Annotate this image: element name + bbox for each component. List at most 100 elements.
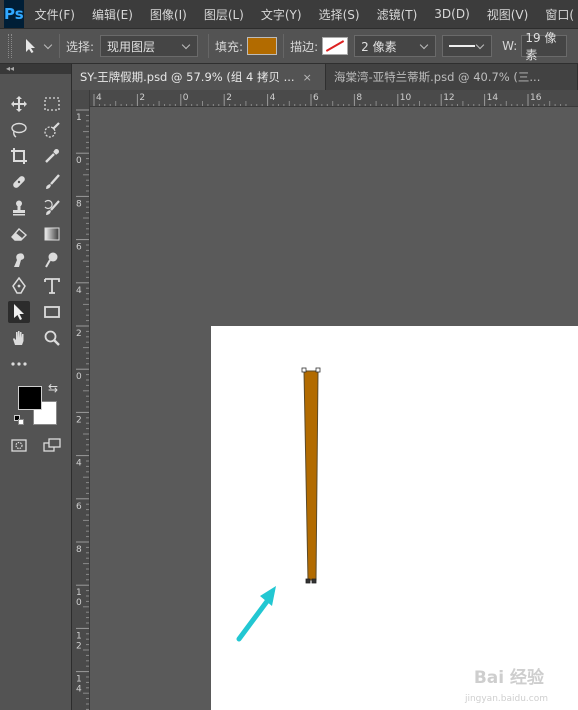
width-value: 19 像素 — [525, 31, 557, 62]
stamp-icon — [13, 200, 25, 216]
close-icon[interactable]: × — [303, 71, 312, 84]
type-icon — [44, 278, 60, 294]
hand-icon — [13, 331, 24, 345]
stroke-width-value: 2 像素 — [361, 39, 397, 54]
chevron-down-icon — [419, 41, 429, 51]
menu-layer[interactable]: 图层(L) — [193, 6, 250, 23]
document-tab-bar: SY-王牌假期.psd @ 57.9% (组 4 拷贝 ... × 海棠湾-亚特… — [72, 64, 578, 90]
menu-type[interactable]: 文字(Y) — [250, 6, 308, 23]
history-brush-tool[interactable] — [41, 197, 63, 219]
toolbox: ◂◂ ⇆ — [0, 64, 72, 710]
rectangle-tool[interactable] — [41, 301, 63, 323]
eyedropper-tool[interactable] — [41, 145, 63, 167]
ruler-label: 4 — [270, 93, 276, 103]
ellipsis-icon — [11, 362, 27, 366]
arrow-cursor-icon — [26, 39, 35, 53]
lasso-icon — [11, 122, 27, 138]
ruler-label: 14 — [487, 93, 499, 103]
ruler-label: 4 — [76, 286, 82, 296]
gradient-tool[interactable] — [41, 223, 63, 245]
width-input[interactable]: 19 像素 — [521, 31, 568, 62]
ruler-label: 1 — [76, 675, 82, 685]
toolbox-header[interactable]: ◂◂ — [0, 64, 71, 74]
menu-image[interactable]: 图像(I) — [139, 6, 193, 23]
swap-colors-icon[interactable]: ⇆ — [48, 381, 58, 395]
horizontal-ruler[interactable]: 4 2 0 2 4 6 8 10 12 14 16 — [90, 90, 578, 107]
ruler-label: 4 — [96, 93, 102, 103]
options-grip[interactable] — [8, 34, 12, 58]
stroke-width-input[interactable]: 2 像素 — [354, 35, 437, 57]
quick-selection-tool[interactable] — [41, 119, 63, 141]
brush-icon — [46, 174, 60, 189]
marquee-icon — [44, 97, 60, 111]
brush-tool[interactable] — [41, 171, 63, 193]
ruler-label: 4 — [76, 459, 82, 469]
menu-window[interactable]: 窗口( — [534, 6, 578, 23]
ruler-label: 6 — [76, 502, 82, 512]
marquee-tool[interactable] — [41, 93, 63, 115]
chevron-down-icon — [43, 41, 53, 51]
pen-tool[interactable] — [8, 275, 30, 297]
width-label: W: — [502, 39, 518, 53]
stroke-color-swatch[interactable] — [322, 37, 349, 55]
vertical-ruler[interactable]: 1086420246810121416 — [72, 90, 90, 710]
collapse-icon[interactable]: ◂◂ — [6, 64, 14, 73]
menu-select[interactable]: 选择(S) — [308, 6, 366, 23]
ruler-label: 0 — [183, 93, 189, 103]
zoom-tool[interactable] — [41, 327, 63, 349]
chevron-down-icon — [475, 41, 485, 51]
healing-brush-tool[interactable] — [8, 171, 30, 193]
type-tool[interactable] — [41, 275, 63, 297]
history-brush-icon — [44, 199, 60, 215]
more-tools-button[interactable] — [8, 353, 30, 375]
stroke-type-dropdown[interactable] — [442, 35, 493, 57]
path-selection-tool-preset[interactable] — [24, 38, 53, 54]
fill-color-swatch[interactable] — [247, 37, 278, 55]
ruler-label: 4 — [76, 685, 82, 695]
dodge-tool[interactable] — [41, 249, 63, 271]
select-layer-dropdown[interactable]: 现用图层 — [100, 35, 199, 57]
screen-mode-button[interactable] — [41, 434, 63, 456]
default-colors-icon[interactable] — [14, 415, 24, 425]
ruler-label: 0 — [76, 372, 82, 382]
tab-document-2[interactable]: 海棠湾-亚特兰蒂斯.psd @ 40.7% (三... — [326, 64, 578, 90]
lasso-tool[interactable] — [8, 119, 30, 141]
menu-view[interactable]: 视图(V) — [476, 6, 535, 23]
menu-file[interactable]: 文件(F) — [24, 6, 81, 23]
ruler-label: 2 — [139, 93, 145, 103]
divider — [59, 34, 60, 58]
divider — [283, 34, 285, 58]
hand-tool[interactable] — [8, 327, 30, 349]
document-canvas[interactable] — [211, 326, 578, 710]
clone-stamp-tool[interactable] — [8, 197, 30, 219]
ruler-label: 0 — [76, 156, 82, 166]
eraser-tool[interactable] — [8, 223, 30, 245]
menu-filter[interactable]: 滤镜(T) — [366, 6, 424, 23]
tab-document-1-label: SY-王牌假期.psd @ 57.9% (组 4 拷贝 ... — [80, 70, 295, 84]
ruler-label: 2 — [76, 329, 82, 339]
move-tool[interactable] — [8, 93, 30, 115]
watermark-url: jingyan.baidu.com — [464, 694, 548, 704]
quick-mask-button[interactable] — [8, 434, 30, 456]
bandage-icon — [13, 176, 25, 188]
magnifier-icon — [44, 330, 60, 346]
crop-tool[interactable] — [8, 145, 30, 167]
ruler-label: 2 — [76, 641, 82, 651]
menu-bar: Ps 文件(F) 编辑(E) 图像(I) 图层(L) 文字(Y) 选择(S) 滤… — [0, 0, 578, 28]
photoshop-logo: Ps — [4, 0, 24, 28]
ruler-label: 10 — [400, 93, 412, 103]
eraser-icon — [11, 228, 28, 241]
smudge-tool[interactable] — [8, 249, 30, 271]
foreground-color-swatch[interactable] — [18, 386, 42, 410]
crop-icon — [11, 148, 27, 164]
menu-3d[interactable]: 3D(D) — [423, 7, 475, 21]
menu-edit[interactable]: 编辑(E) — [81, 6, 139, 23]
tab-document-1[interactable]: SY-王牌假期.psd @ 57.9% (组 4 拷贝 ... × — [72, 64, 326, 90]
arrow-cursor-icon — [14, 304, 24, 320]
ruler-label: 6 — [76, 243, 82, 253]
path-selection-tool[interactable] — [8, 301, 30, 323]
options-bar: 选择: 现用图层 填充: 描边: 2 像素 W: 19 像素 — [0, 28, 578, 64]
fill-label: 填充: — [215, 39, 244, 54]
watermark-logo: Bai 经验 — [473, 668, 544, 688]
select-layer-value: 现用图层 — [107, 39, 156, 54]
